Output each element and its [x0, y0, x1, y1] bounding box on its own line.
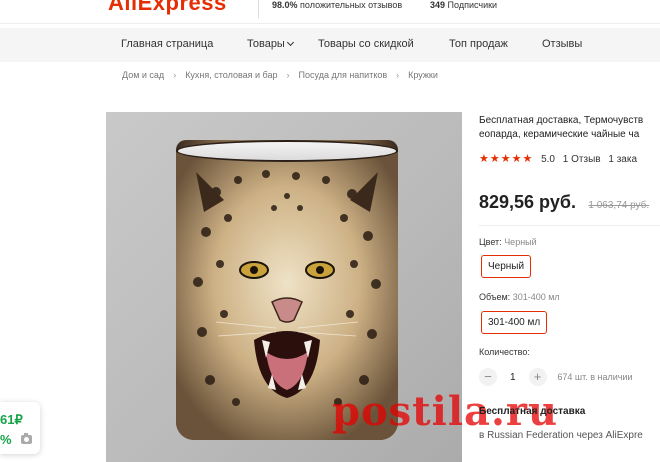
color-selected: Черный [504, 237, 537, 247]
breadcrumb-item[interactable]: Кухня, столовая и бар [185, 70, 277, 80]
rating-row: ★★★★★ 5.0 1 Отзыв 1 зака [479, 152, 637, 165]
nav-item-top-sales[interactable]: Топ продаж [449, 38, 508, 50]
reviews-link[interactable]: 1 Отзыв [563, 154, 601, 165]
nav-label: Отзывы [542, 38, 583, 50]
store-nav: Главная страница Товары Товары со скидко… [0, 28, 660, 62]
nav-label: Главная страница [121, 38, 214, 50]
breadcrumb-item[interactable]: Дом и сад [122, 70, 164, 80]
quantity-label: Количество: [479, 347, 530, 357]
shipping-title: Бесплатная доставка [479, 406, 586, 417]
breadcrumb-item[interactable]: Посуда для напитков [299, 70, 388, 80]
nav-item-products[interactable]: Товары [247, 38, 294, 50]
nav-label: Товары [247, 38, 285, 50]
widget-percent: % [0, 432, 12, 447]
positive-feedback: 98.0% положительных отзывов [272, 0, 402, 10]
subscribers-label: Подписчики [447, 0, 498, 10]
product-title: Бесплатная доставка, Термочувств еопарда… [479, 114, 660, 142]
breadcrumb: Дом и сад › Кухня, столовая и бар › Посуда д… [122, 70, 438, 80]
store-header: AliExpress 98.0% положительных отзывов 3… [0, 0, 660, 24]
orders-count: 1 зака [608, 154, 638, 165]
quantity-plus-button[interactable]: + [528, 368, 547, 386]
divider [479, 225, 660, 226]
price-row: 829,56 руб. 1 063,74 руб. [479, 192, 649, 213]
chevron-down-icon [286, 38, 294, 47]
old-price: 1 063,74 руб. [588, 200, 650, 211]
color-option-black[interactable]: Черный [481, 255, 532, 278]
chevron-right-icon: › [286, 70, 290, 80]
title-line: Бесплатная доставка, Термочувств [479, 115, 644, 126]
product-page: AliExpress 98.0% положительных отзывов 3… [0, 0, 660, 462]
aliexpress-logo[interactable]: AliExpress [108, 0, 227, 16]
widget-price: 61₽ [0, 412, 23, 427]
rating-value: 5.0 [541, 154, 555, 165]
star-rating-icon: ★★★★★ [479, 153, 534, 165]
volume-selected: 301-400 мл [512, 292, 560, 302]
breadcrumb-item[interactable]: Кружки [408, 70, 438, 80]
positive-label: положительных отзывов [300, 0, 403, 10]
nav-label: Товары со скидкой [318, 38, 414, 50]
quantity-stepper: − 1 + 674 шт. в наличии [479, 368, 633, 386]
quantity-input[interactable]: 1 [500, 372, 526, 383]
nav-item-discounts[interactable]: Товары со скидкой [318, 38, 414, 50]
nav-item-reviews[interactable]: Отзывы [542, 38, 582, 50]
chevron-right-icon: › [396, 70, 400, 80]
volume-label-text: Объем: [479, 292, 511, 302]
color-label-text: Цвет: [479, 237, 502, 247]
nav-item-home[interactable]: Главная страница [121, 38, 213, 50]
shipping-subtitle: в Russian Federation через AliExpre [479, 430, 643, 441]
subscribers-count: 349 [430, 0, 446, 10]
mug-rim [176, 140, 398, 162]
nav-label: Топ продаж [449, 38, 508, 50]
current-price: 829,56 руб. [479, 192, 576, 212]
volume-option-301-400[interactable]: 301-400 мл [481, 311, 548, 334]
volume-label: Объем: 301-400 мл [479, 292, 560, 302]
title-line: еопарда, керамические чайные ча [479, 129, 640, 140]
color-label: Цвет: Черный [479, 237, 537, 247]
chevron-right-icon: › [173, 70, 177, 80]
camera-icon[interactable] [21, 433, 32, 444]
positive-pct: 98.0% [272, 0, 298, 10]
subscribers: 349 Подписчики [430, 0, 497, 10]
floating-price-widget[interactable]: 61₽ % [0, 402, 40, 454]
header-divider [258, 0, 259, 18]
stock-available: 674 шт. в наличии [557, 372, 633, 382]
quantity-minus-button[interactable]: − [479, 368, 497, 386]
